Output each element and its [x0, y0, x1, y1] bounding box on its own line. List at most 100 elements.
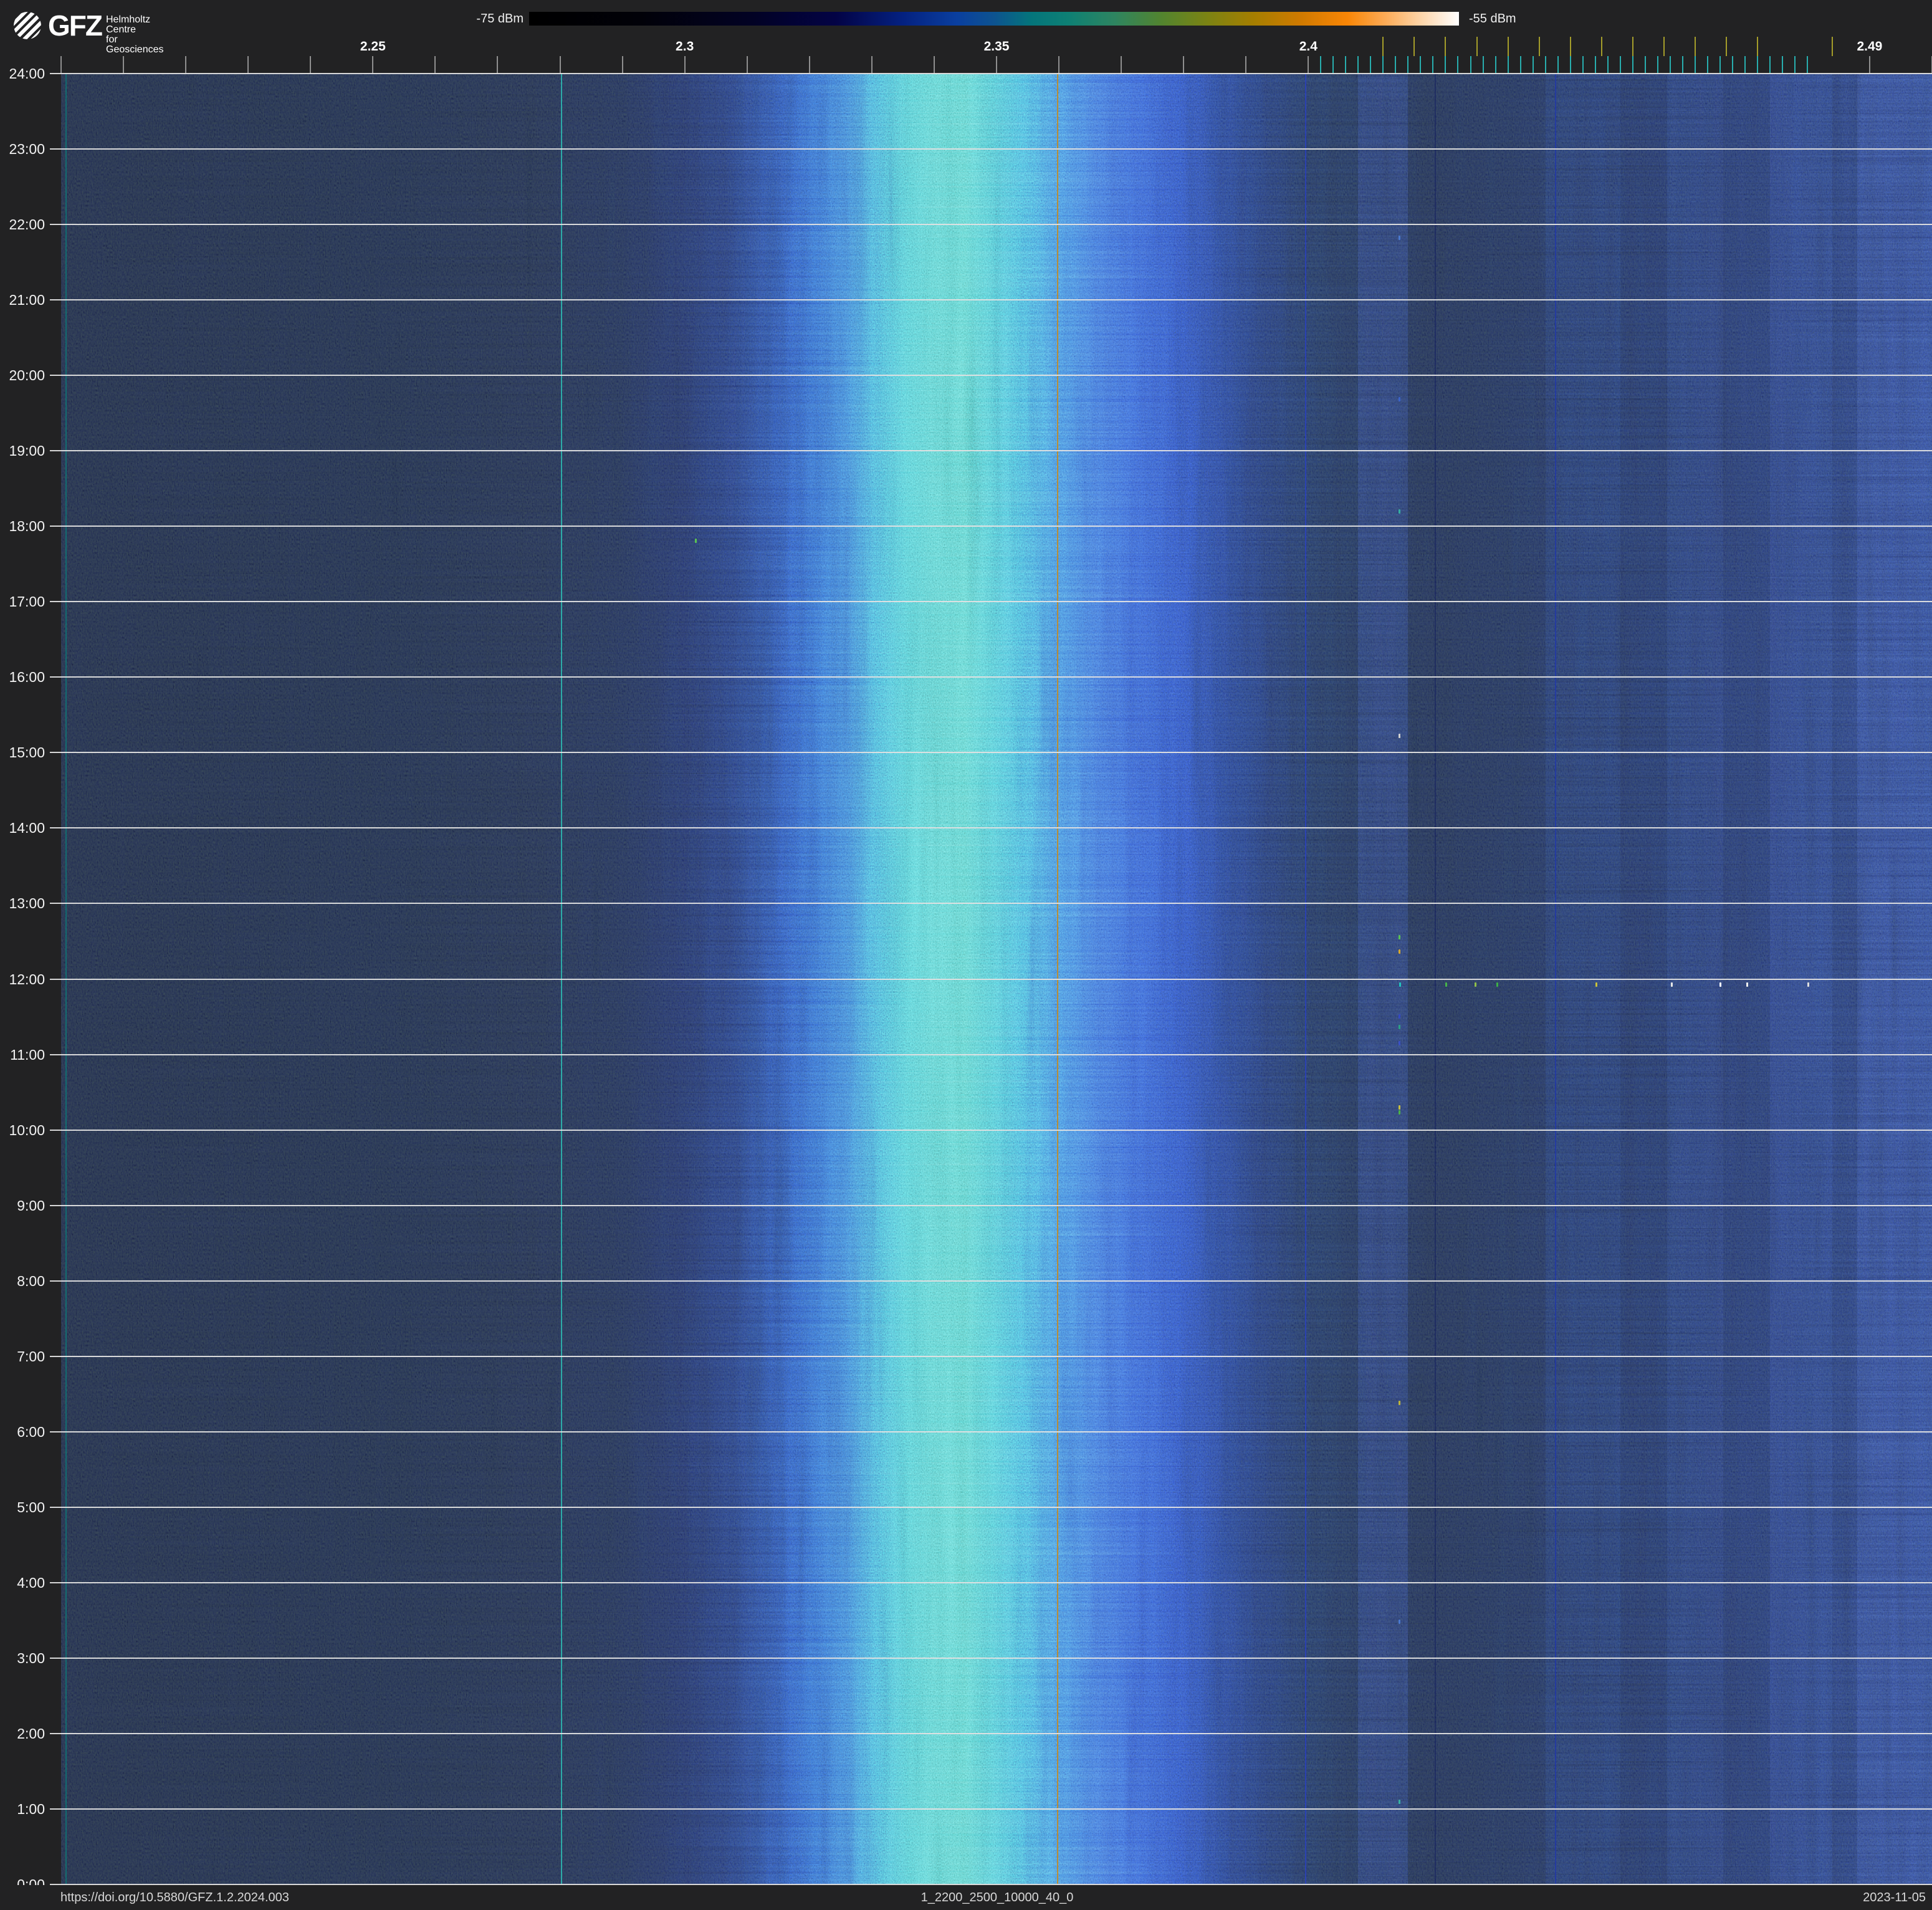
wifi-channel-tick	[1601, 37, 1602, 56]
spectrogram-plot	[61, 74, 1932, 1884]
bluetooth-channel-tick	[1570, 56, 1571, 74]
hour-label: 17:00	[0, 593, 45, 610]
bluetooth-channel-tick	[1457, 56, 1458, 74]
freq-tick-label: 2.35	[984, 39, 1010, 54]
hour-label: 4:00	[0, 1575, 45, 1591]
freq-minor-tick	[1058, 56, 1059, 74]
bluetooth-channel-tick	[1483, 56, 1484, 74]
spectrogram-base-gradient	[61, 74, 1932, 1884]
freq-tick-label: 2.49	[1857, 39, 1882, 54]
freq-minor-tick	[247, 56, 249, 74]
freq-minor-tick	[1121, 56, 1122, 74]
carrier-line	[1305, 74, 1306, 1884]
spectrogram-page: GFZ Helmholtz Centre for Geosciences -75…	[0, 0, 1932, 1910]
wifi-channel-tick	[1413, 37, 1415, 56]
wifi-channel-tick	[1832, 37, 1833, 56]
hour-label: 1:00	[0, 1801, 45, 1817]
hour-label: 22:00	[0, 216, 45, 233]
hour-label: 9:00	[0, 1197, 45, 1214]
freq-tick-label: 2.4	[1299, 39, 1317, 54]
carrier-lines	[61, 74, 1932, 1884]
freq-minor-tick	[1183, 56, 1184, 74]
hour-label: 14:00	[0, 820, 45, 836]
hour-label: 21:00	[0, 292, 45, 308]
bluetooth-channel-tick	[1782, 56, 1783, 74]
bluetooth-channel-tick	[1395, 56, 1396, 74]
carrier-line	[561, 74, 562, 1884]
header: GFZ Helmholtz Centre for Geosciences -75…	[0, 0, 1932, 74]
hour-label: 20:00	[0, 367, 45, 383]
hour-label: 11:00	[0, 1047, 45, 1063]
bluetooth-channel-tick	[1508, 56, 1509, 74]
bluetooth-channel-tick	[1432, 56, 1433, 74]
freq-minor-tick	[560, 56, 561, 74]
carrier-line	[65, 74, 67, 1884]
hour-label: 15:00	[0, 744, 45, 761]
freq-minor-tick	[497, 56, 498, 74]
freq-minor-tick	[622, 56, 623, 74]
wifi-channel-tick	[1476, 37, 1478, 56]
bluetooth-channel-tick	[1707, 56, 1708, 74]
freq-minor-tick	[185, 56, 186, 74]
wifi-channel-tick	[1663, 37, 1665, 56]
wifi-channel-tick	[1695, 37, 1696, 56]
carrier-line	[1555, 74, 1556, 1884]
colorbar-max-label: -55 dBm	[1469, 12, 1556, 26]
faint-activity-column	[1358, 74, 1408, 1884]
faint-activity-column	[1546, 74, 1620, 1884]
freq-minor-tick	[996, 56, 997, 74]
bluetooth-channel-tick	[1582, 56, 1584, 74]
freq-minor-tick	[871, 56, 873, 74]
freq-minor-tick	[60, 56, 62, 74]
gfz-logo-icon	[14, 12, 41, 39]
noise-grain-texture	[61, 74, 1932, 1884]
bluetooth-channel-tick	[1533, 56, 1534, 74]
bluetooth-channel-tick	[1794, 56, 1796, 74]
bluetooth-channel-tick	[1695, 56, 1696, 74]
logo-subtitle-line2: for Geosciences	[106, 35, 163, 55]
faint-activity-column	[1667, 74, 1723, 1884]
logo-subtitle-line1: Helmholtz Centre	[106, 15, 163, 35]
logo-subtitle: Helmholtz Centre for Geosciences	[106, 15, 163, 55]
faint-activity-column	[1770, 74, 1832, 1884]
noise-rows-texture	[61, 74, 1932, 1884]
hour-label: 5:00	[0, 1499, 45, 1515]
freq-minor-tick	[934, 56, 935, 74]
bluetooth-channel-tick	[1382, 56, 1384, 74]
bluetooth-channel-tick	[1670, 56, 1671, 74]
hour-label: 18:00	[0, 518, 45, 534]
freq-minor-tick	[123, 56, 124, 74]
bluetooth-channel-tick	[1495, 56, 1496, 74]
hour-label: 12:00	[0, 971, 45, 987]
bluetooth-channel-tick	[1807, 56, 1808, 74]
faint-activity-column	[1857, 74, 1932, 1884]
freq-tick-label: 2.3	[676, 39, 694, 54]
bluetooth-channel-tick	[1732, 56, 1733, 74]
bluetooth-channel-tick	[1407, 56, 1408, 74]
bluetooth-channel-tick	[1357, 56, 1359, 74]
bluetooth-channel-tick	[1545, 56, 1546, 74]
bluetooth-channel-tick	[1769, 56, 1771, 74]
noise-columns-texture	[61, 74, 1932, 1884]
hour-label: 10:00	[0, 1122, 45, 1138]
hour-label: 6:00	[0, 1424, 45, 1440]
wifi-channel-tick	[1757, 37, 1758, 56]
noise-speckle-texture	[61, 74, 1932, 1884]
bluetooth-channel-tick	[1744, 56, 1746, 74]
hour-label: 8:00	[0, 1273, 45, 1289]
bluetooth-channel-tick	[1682, 56, 1683, 74]
bluetooth-channel-tick	[1370, 56, 1371, 74]
wifi-channel-tick	[1382, 37, 1384, 56]
bluetooth-channel-tick	[1345, 56, 1346, 74]
bluetooth-channel-tick	[1757, 56, 1758, 74]
carrier-line	[1435, 74, 1436, 1884]
wifi-channel-tick	[1539, 37, 1540, 56]
freq-minor-tick	[809, 56, 810, 74]
wifi-channel-tick	[1632, 37, 1633, 56]
carrier-line	[1057, 74, 1058, 1884]
freq-minor-tick	[434, 56, 436, 74]
dataset-id-text: 1_2200_2500_10000_40_0	[921, 1885, 1074, 1910]
hour-label: 13:00	[0, 895, 45, 911]
footer: https://doi.org/10.5880/GFZ.1.2.2024.003…	[0, 1885, 1932, 1910]
logo-org-text: GFZ	[48, 12, 102, 39]
